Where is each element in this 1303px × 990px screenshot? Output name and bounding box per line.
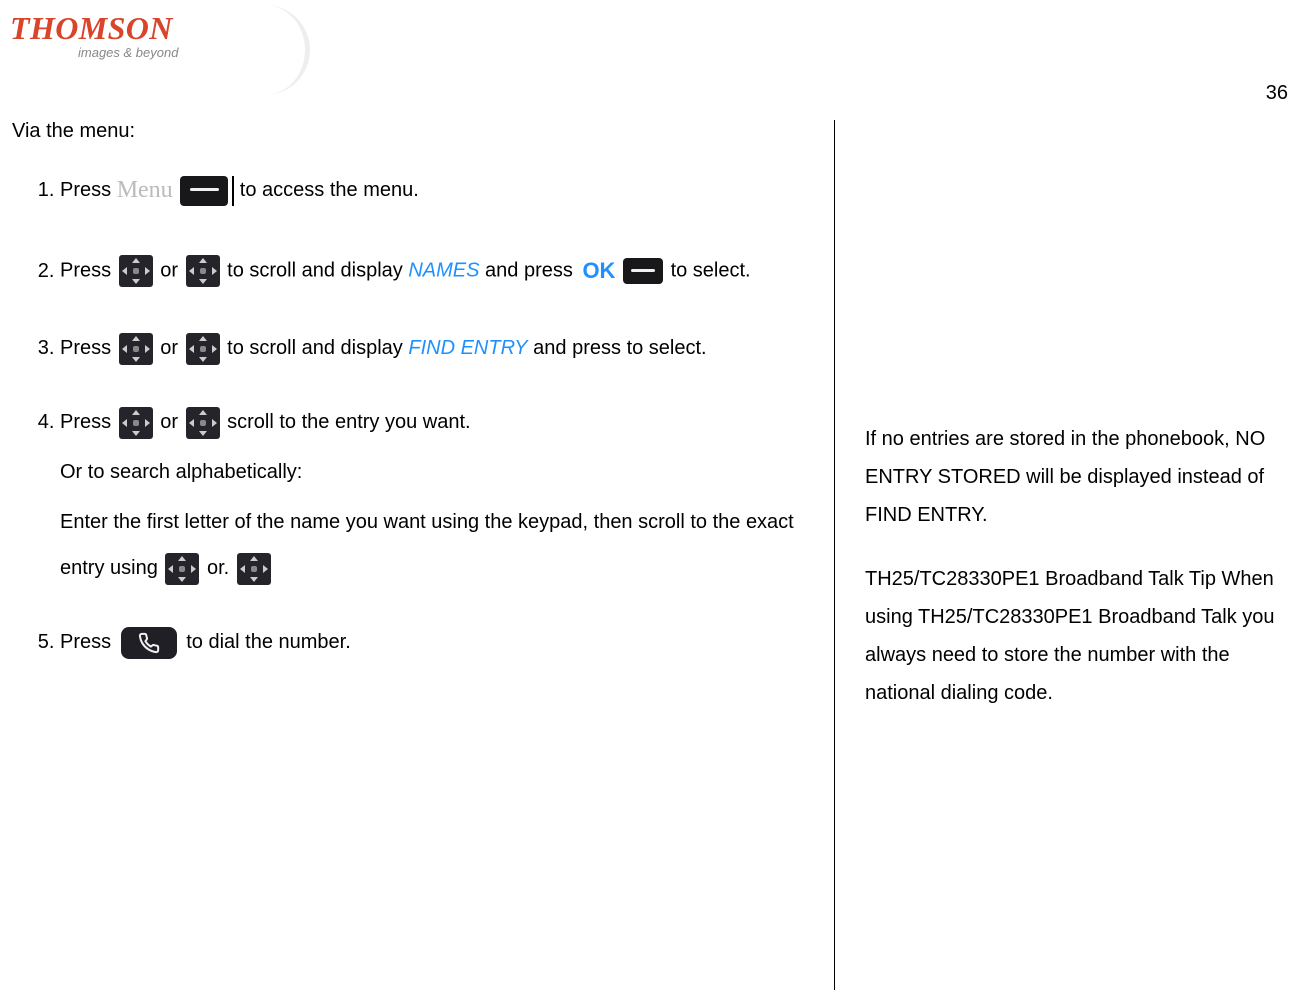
page-content: Via the menu: Press Menu to access the m…	[0, 80, 1303, 990]
step-text: Press	[60, 179, 117, 201]
step-text: to scroll and display	[222, 260, 409, 282]
step-text: Press	[60, 631, 117, 653]
step-text: Or to search alphabetically:	[60, 449, 809, 495]
nav-pad-icon	[119, 407, 153, 439]
instructions-column: Via the menu: Press Menu to access the m…	[0, 120, 835, 990]
step-text: or	[155, 337, 184, 359]
phone-handset-icon	[121, 627, 177, 659]
menu-option-find-entry: FIND ENTRY	[408, 337, 527, 359]
step-text: and press	[479, 260, 578, 282]
step-text: Enter the first letter of the name you w…	[60, 499, 809, 591]
note-broadband-tip: TH25/TC28330PE1 Broadband Talk Tip When …	[865, 560, 1295, 712]
step-text: and press to select.	[528, 337, 707, 359]
nav-pad-icon	[186, 333, 220, 365]
step-text: or	[155, 411, 184, 433]
nav-pad-icon	[165, 553, 199, 585]
notes-column: If no entries are stored in the phoneboo…	[835, 120, 1295, 990]
nav-pad-icon	[119, 255, 153, 287]
step-text-fragment: or.	[201, 557, 234, 579]
menu-option-names: NAMES	[408, 260, 479, 282]
brand-name: THOMSON	[10, 10, 178, 47]
step-5: Press to dial the number.	[60, 619, 809, 665]
nav-pad-icon	[186, 255, 220, 287]
step-text: to dial the number.	[181, 631, 351, 653]
ok-label: OK	[582, 258, 615, 283]
step-text: to select.	[671, 260, 751, 282]
step-1: Press Menu to access the menu.	[60, 163, 809, 218]
step-text: Press	[60, 411, 117, 433]
step-3: Press or to scroll and display FIND ENTR…	[60, 325, 809, 371]
step-text: or	[155, 260, 184, 282]
page-header: THOMSON images & beyond	[0, 0, 1303, 80]
softkey-button-icon	[623, 258, 663, 284]
step-list: Press Menu to access the menu. Press or …	[12, 163, 809, 665]
step-text: to scroll and display	[222, 337, 409, 359]
step-2: Press or to scroll and display NAMES and…	[60, 246, 809, 297]
intro-text: Via the menu:	[12, 120, 809, 143]
brand-logo: THOMSON images & beyond	[10, 10, 178, 60]
step-text: scroll to the entry you want.	[222, 411, 471, 433]
note-no-entry: If no entries are stored in the phoneboo…	[865, 420, 1295, 534]
page-number: 36	[1266, 82, 1288, 105]
brand-tagline: images & beyond	[78, 45, 178, 60]
softkey-button-icon	[180, 176, 228, 206]
step-text: to access the menu.	[234, 179, 419, 201]
nav-pad-icon	[119, 333, 153, 365]
nav-pad-icon	[186, 407, 220, 439]
nav-pad-icon	[237, 553, 271, 585]
step-text: Press	[60, 260, 117, 282]
step-text: Press	[60, 337, 117, 359]
step-4: Press or scroll to the entry you want. O…	[60, 399, 809, 591]
menu-label: Menu	[117, 177, 173, 203]
